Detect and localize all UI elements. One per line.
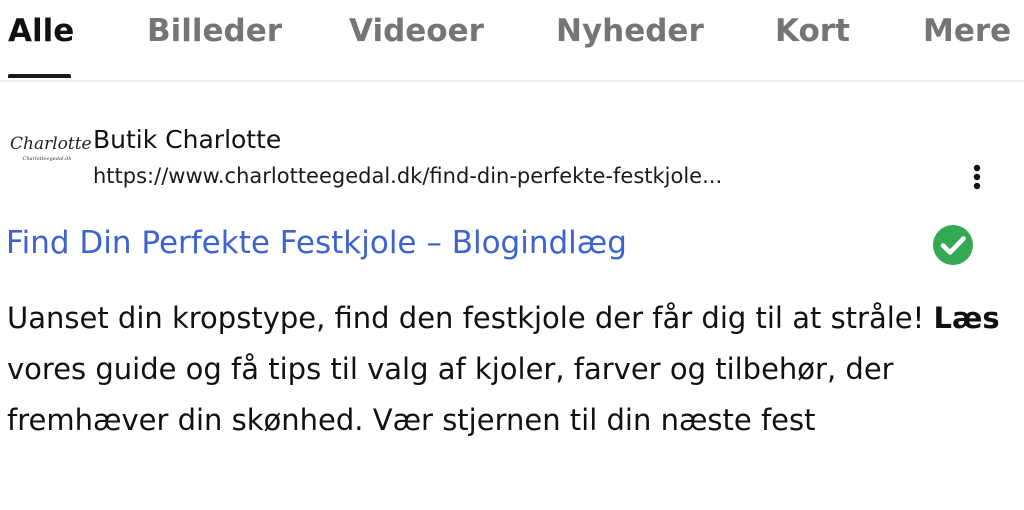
result-url[interactable]: https://www.charlotteegedal.dk/find-din-… [93, 161, 903, 191]
result-title-link[interactable]: Find Din Perfekte Festkjole – Blogindlæg [6, 218, 627, 268]
more-options-button[interactable] [962, 162, 992, 192]
snippet-bold-text: Læs [933, 301, 1000, 335]
logo-script-text: Charlotte [10, 134, 92, 154]
check-circle-icon [933, 225, 973, 265]
snippet-text-1: Uanset din kropstype, find den festkjole… [7, 301, 934, 335]
tab-kort[interactable]: Kort [775, 10, 850, 52]
tab-alle[interactable]: Alle [8, 10, 74, 52]
tab-mere[interactable]: Mere [923, 10, 1011, 52]
tab-billeder[interactable]: Billeder [147, 10, 282, 52]
three-dots-vertical-icon [973, 164, 981, 190]
result-snippet: Uanset din kropstype, find den festkjole… [7, 293, 1021, 446]
tab-videoer[interactable]: Videoer [349, 10, 484, 52]
site-logo[interactable]: Charlotte Charlotteegedal.dk [10, 134, 92, 170]
active-tab-indicator [8, 74, 71, 78]
search-tabs: Alle Billeder Videoer Nyheder Kort Mere [0, 0, 1024, 82]
site-name[interactable]: Butik Charlotte [93, 124, 281, 156]
search-result: Charlotte Charlotteegedal.dk Butik Charl… [0, 82, 1024, 510]
tab-nyheder[interactable]: Nyheder [556, 10, 704, 52]
logo-small-text: Charlotteegedal.dk [22, 156, 72, 162]
snippet-text-2: vores guide og få tips til valg af kjole… [7, 352, 894, 437]
